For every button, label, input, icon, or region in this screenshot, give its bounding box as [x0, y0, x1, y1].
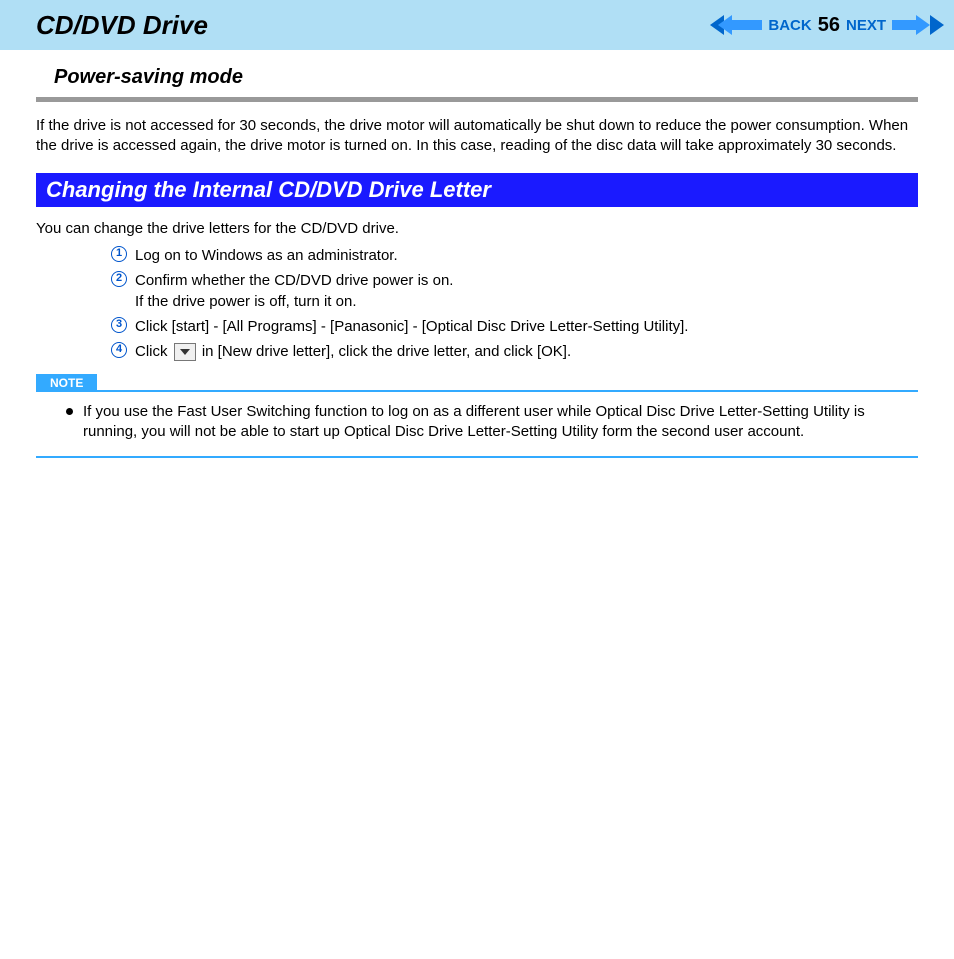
- section-intro: You can change the drive letters for the…: [36, 219, 918, 239]
- next-arrow-icon[interactable]: [892, 15, 944, 35]
- bullet-icon: [66, 408, 73, 415]
- step-number-icon: 2: [111, 271, 127, 287]
- page-number: 56: [818, 14, 840, 37]
- page-title: CD/DVD Drive: [36, 10, 208, 41]
- step-3: 3 Click [start] - [All Programs] - [Pana…: [111, 316, 918, 337]
- dropdown-arrow-icon: [174, 343, 196, 361]
- content-area: Power-saving mode If the drive is not ac…: [0, 50, 954, 458]
- step-2: 2 Confirm whether the CD/DVD drive power…: [111, 270, 918, 312]
- step-text: Log on to Windows as an administrator.: [135, 245, 918, 266]
- step-text-line2: If the drive power is off, turn it on.: [135, 293, 357, 310]
- note-bottom-line: [36, 456, 918, 458]
- section-heading: Changing the Internal CD/DVD Drive Lette…: [36, 173, 918, 207]
- subheading: Power-saving mode: [54, 66, 918, 89]
- header-bar: CD/DVD Drive BACK 56 NEXT: [0, 0, 954, 50]
- step-1: 1 Log on to Windows as an administrator.: [111, 245, 918, 266]
- step4-post: in [New drive letter], click the drive l…: [202, 343, 571, 360]
- step4-pre: Click: [135, 343, 172, 360]
- step-text: Click [start] - [All Programs] - [Panaso…: [135, 316, 918, 337]
- note-body: If you use the Fast User Switching funct…: [36, 392, 918, 451]
- step-number-icon: 4: [111, 342, 127, 358]
- back-link[interactable]: BACK: [768, 17, 811, 34]
- step-text-line1: Confirm whether the CD/DVD drive power i…: [135, 272, 453, 289]
- step-text: Confirm whether the CD/DVD drive power i…: [135, 270, 918, 312]
- step-number-icon: 1: [111, 246, 127, 262]
- note-section: NOTE If you use the Fast User Switching …: [36, 374, 918, 459]
- step-number-icon: 3: [111, 317, 127, 333]
- page-nav: BACK 56 NEXT: [710, 14, 944, 37]
- divider-thick: [36, 97, 918, 102]
- steps-list: 1 Log on to Windows as an administrator.…: [111, 245, 918, 362]
- note-header: NOTE: [36, 374, 918, 392]
- step-text: Click in [New drive letter], click the d…: [135, 341, 918, 362]
- step-4: 4 Click in [New drive letter], click the…: [111, 341, 918, 362]
- back-arrow-icon[interactable]: [710, 15, 762, 35]
- note-top-line: [97, 390, 918, 392]
- next-link[interactable]: NEXT: [846, 17, 886, 34]
- intro-paragraph: If the drive is not accessed for 30 seco…: [36, 116, 918, 157]
- note-text: If you use the Fast User Switching funct…: [83, 402, 918, 443]
- note-label: NOTE: [36, 374, 97, 392]
